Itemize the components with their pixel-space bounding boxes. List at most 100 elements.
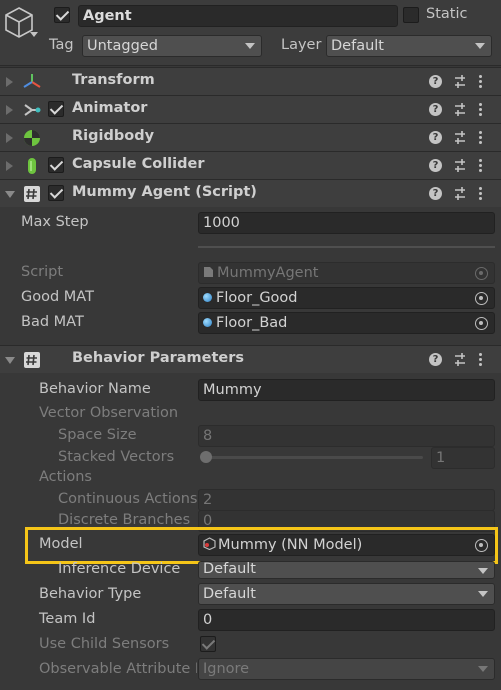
rigidbody-icon bbox=[24, 130, 40, 146]
good-mat-value: Floor_Good bbox=[216, 290, 298, 306]
help-icon[interactable]: ? bbox=[429, 103, 442, 116]
component-header-icons: ? bbox=[429, 74, 491, 90]
animator-header[interactable]: Animator ? bbox=[0, 95, 501, 123]
tag-dropdown[interactable]: Untagged bbox=[82, 35, 262, 57]
kebab-menu-icon[interactable] bbox=[479, 186, 483, 201]
animator-icon bbox=[24, 104, 41, 116]
team-id-label: Team Id bbox=[39, 611, 96, 627]
animator-title: Animator bbox=[72, 100, 148, 116]
help-icon[interactable]: ? bbox=[429, 159, 442, 172]
inference-device-value: Default bbox=[203, 561, 256, 577]
csharp-script-icon bbox=[24, 186, 40, 202]
bad-mat-field[interactable]: Floor_Bad bbox=[198, 312, 495, 334]
capsule-collider-header[interactable]: Capsule Collider ? bbox=[0, 151, 501, 179]
foldout-arrow-icon[interactable] bbox=[6, 161, 13, 171]
foldout-arrow-icon[interactable] bbox=[6, 77, 13, 87]
gameobject-name-field[interactable]: Agent bbox=[78, 5, 398, 27]
active-checkbox[interactable] bbox=[54, 7, 70, 23]
foldout-arrow-icon[interactable] bbox=[6, 133, 13, 143]
rigidbody-header[interactable]: Rigidbody ? bbox=[0, 123, 501, 151]
capsule-collider-icon bbox=[28, 158, 36, 174]
behavior-type-value: Default bbox=[203, 586, 256, 602]
component-header-icons: ? bbox=[429, 352, 491, 368]
preset-settings-icon[interactable] bbox=[453, 158, 467, 173]
component-header-icons: ? bbox=[429, 158, 491, 174]
layer-label: Layer bbox=[281, 37, 322, 53]
kebab-menu-icon[interactable] bbox=[479, 130, 483, 145]
foldout-arrow-icon[interactable] bbox=[6, 105, 13, 115]
csharp-script-icon bbox=[204, 267, 213, 277]
foldout-arrow-icon[interactable] bbox=[5, 357, 15, 364]
gameobject-header: Agent Static Tag Untagged Layer Default bbox=[0, 0, 501, 66]
use-child-sensors-label: Use Child Sensors bbox=[39, 636, 170, 652]
discrete-branches-label: Discrete Branches bbox=[58, 512, 191, 528]
slider-track bbox=[204, 456, 423, 459]
good-mat-label: Good MAT bbox=[21, 289, 94, 305]
observable-attribute-dropdown: Ignore bbox=[198, 658, 495, 680]
preset-settings-icon[interactable] bbox=[453, 74, 467, 89]
object-picker-icon[interactable] bbox=[475, 317, 488, 330]
mummy-agent-header[interactable]: Mummy Agent (Script) ? bbox=[0, 179, 501, 207]
chevron-down-icon[interactable] bbox=[30, 32, 38, 37]
component-header-icons: ? bbox=[429, 130, 491, 146]
observable-attribute-label: Observable Attribute H bbox=[39, 661, 197, 677]
preset-settings-icon[interactable] bbox=[453, 186, 467, 201]
max-step-field[interactable]: 1000 bbox=[198, 212, 495, 234]
help-icon[interactable]: ? bbox=[429, 131, 442, 144]
help-icon[interactable]: ? bbox=[429, 353, 442, 366]
layer-dropdown[interactable]: Default bbox=[326, 35, 492, 57]
script-field: MummyAgent bbox=[198, 262, 495, 284]
stacked-vectors-field: 1 bbox=[431, 447, 495, 469]
mummy-agent-title: Mummy Agent (Script) bbox=[72, 184, 257, 200]
good-mat-field[interactable]: Floor_Good bbox=[198, 287, 495, 309]
chevron-down-icon bbox=[478, 666, 488, 672]
slider-thumb bbox=[200, 451, 212, 463]
behavior-parameters-header[interactable]: Behavior Parameters ? bbox=[0, 345, 501, 373]
continuous-actions-field: 2 bbox=[198, 489, 495, 511]
rigidbody-title: Rigidbody bbox=[72, 128, 155, 144]
vector-observation-label: Vector Observation bbox=[39, 405, 179, 421]
animator-enabled-checkbox[interactable] bbox=[48, 101, 64, 117]
object-picker-icon[interactable] bbox=[475, 292, 488, 305]
inference-device-label: Inference Device bbox=[58, 561, 181, 577]
preset-settings-icon[interactable] bbox=[453, 352, 467, 367]
actions-label: Actions bbox=[39, 469, 92, 485]
team-id-field[interactable]: 0 bbox=[198, 609, 495, 631]
material-icon bbox=[203, 318, 212, 327]
help-icon[interactable]: ? bbox=[429, 187, 442, 200]
behavior-name-field[interactable]: Mummy bbox=[198, 379, 495, 401]
space-size-label: Space Size bbox=[58, 427, 137, 443]
stacked-vectors-slider bbox=[200, 451, 425, 465]
script-value: MummyAgent bbox=[217, 265, 319, 281]
inference-device-dropdown[interactable]: Default bbox=[198, 561, 495, 579]
preset-settings-icon[interactable] bbox=[453, 102, 467, 117]
preset-settings-icon[interactable] bbox=[453, 130, 467, 145]
mummy-agent-enabled-checkbox[interactable] bbox=[48, 185, 64, 201]
kebab-menu-icon[interactable] bbox=[479, 158, 483, 173]
model-highlight-box bbox=[25, 527, 498, 564]
static-checkbox[interactable] bbox=[403, 7, 419, 23]
chevron-down-icon bbox=[245, 43, 255, 49]
script-label: Script bbox=[21, 264, 64, 280]
behavior-type-dropdown[interactable]: Default bbox=[198, 583, 495, 605]
capsule-enabled-checkbox[interactable] bbox=[48, 157, 64, 173]
capsule-collider-title: Capsule Collider bbox=[72, 156, 205, 172]
transform-header[interactable]: Transform ? bbox=[0, 67, 501, 95]
kebab-menu-icon[interactable] bbox=[479, 352, 483, 367]
kebab-menu-icon[interactable] bbox=[479, 102, 483, 117]
foldout-arrow-icon[interactable] bbox=[5, 191, 15, 198]
help-icon[interactable]: ? bbox=[429, 75, 442, 88]
observable-attribute-value: Ignore bbox=[203, 661, 250, 677]
behavior-name-label: Behavior Name bbox=[39, 381, 151, 397]
chevron-down-icon bbox=[478, 568, 488, 574]
transform-axes-icon bbox=[23, 74, 41, 88]
object-picker-icon bbox=[475, 267, 488, 280]
material-icon bbox=[203, 293, 212, 302]
kebab-menu-icon[interactable] bbox=[479, 74, 483, 89]
stacked-vectors-label: Stacked Vectors bbox=[58, 449, 175, 465]
component-header-icons: ? bbox=[429, 102, 491, 118]
bad-mat-label: Bad MAT bbox=[21, 314, 84, 330]
component-header-icons: ? bbox=[429, 186, 491, 202]
divider bbox=[198, 246, 495, 248]
csharp-script-icon bbox=[24, 352, 40, 368]
